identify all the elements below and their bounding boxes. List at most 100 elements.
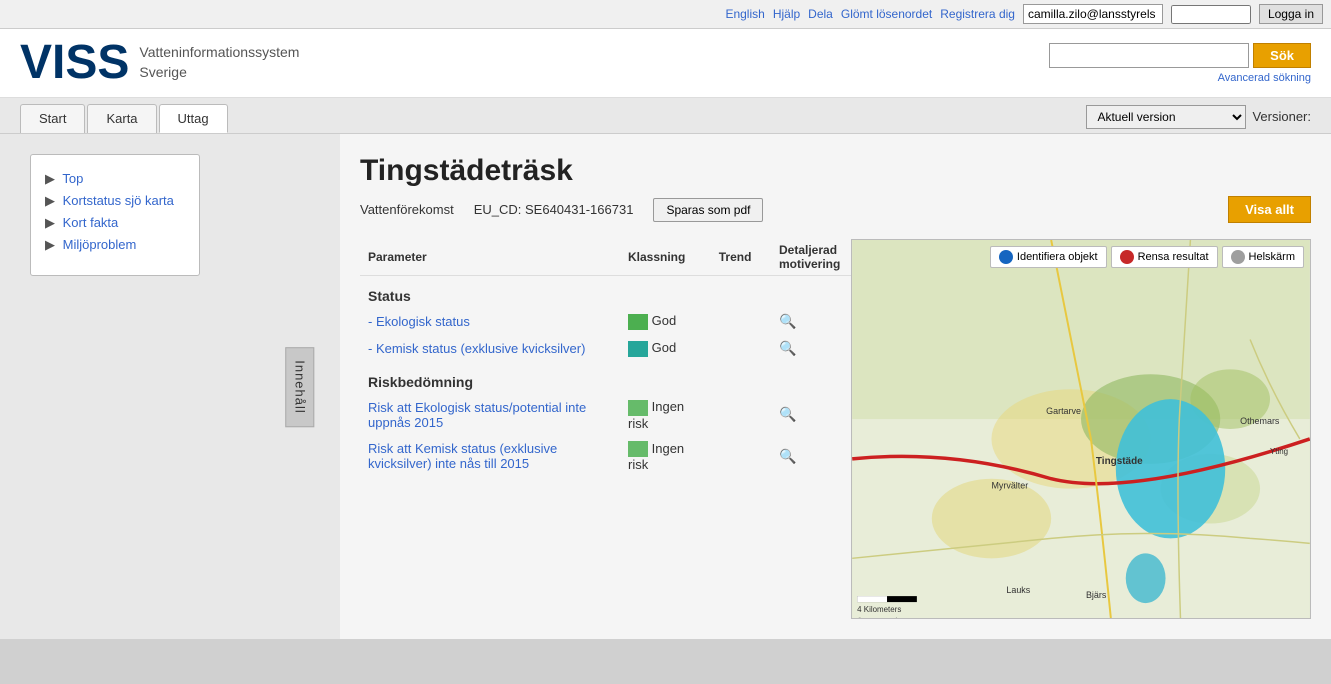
magnify-icon-4[interactable]: 🔍 [779,448,796,464]
map-container: Identifiera objekt Rensa resultat Helskä… [851,239,1311,619]
svg-text:Bjärs: Bjärs [1086,590,1107,600]
sidebar: ▶ Top ▶ Kortstatus sjö karta ▶ Kort fakt… [0,134,340,639]
risk-kemisk-link[interactable]: Risk att Kemisk status (exklusive kvicks… [368,441,557,471]
subtitle-line1: Vatteninformationssystem [139,43,299,63]
version-area: Aktuell version Versioner: [1086,105,1311,129]
topbar-register[interactable]: Registrera dig [940,7,1015,21]
tabs-left: Start Karta Uttag [20,104,228,133]
table-row: - Kemisk status (exklusive kvicksilver) … [360,335,851,362]
identify-icon [999,250,1013,264]
section-status-row: Status [360,276,851,309]
status-color-2 [628,341,648,357]
svg-text:Tingstäde: Tingstäde [1096,456,1143,467]
magnify-icon-3[interactable]: 🔍 [779,406,796,422]
topbar-dela[interactable]: Dela [808,7,833,21]
risk-ekologisk-link[interactable]: Risk att Ekologisk status/potential inte… [368,400,586,430]
header: VISS Vatteninformationssystem Sverige Sö… [0,29,1331,98]
map-svg: Gartarve Tingstäde Myrvälter Othemars Yt… [852,240,1310,618]
section-risk-row: Riskbedömning [360,362,851,394]
topbar-password[interactable] [1171,5,1251,24]
logo-subtitle: Vatteninformationssystem Sverige [139,43,299,82]
visa-allt-button[interactable]: Visa allt [1228,196,1311,223]
eu-cd: EU_CD: SE640431-166731 [474,202,634,217]
svg-text:Lauks: Lauks [1006,585,1030,595]
fullscreen-btn[interactable]: Helskärm [1222,246,1304,268]
logo-viss: VISS [20,39,129,87]
clear-icon [1120,250,1134,264]
status-table: Parameter Klassning Trend Detaljerad mot… [360,239,851,477]
trend-3 [711,394,771,436]
tab-karta[interactable]: Karta [87,104,156,133]
clear-btn[interactable]: Rensa resultat [1111,246,1218,268]
data-table: Parameter Klassning Trend Detaljerad mot… [360,239,851,619]
svg-text:Othemars: Othemars [1240,416,1280,426]
svg-text:Gartarve: Gartarve [1046,406,1081,416]
identify-btn[interactable]: Identifiera objekt [990,246,1107,268]
topbar-hjalp[interactable]: Hjälp [773,7,800,21]
ekologisk-link[interactable]: - Ekologisk status [368,314,470,329]
topbar: English Hjälp Dela Glömt lösenordet Regi… [0,0,1331,29]
status-color-4 [628,441,648,457]
search-input[interactable] [1049,43,1249,68]
sidebar-link-miljoproblem[interactable]: Miljöproblem [63,237,137,252]
col-detaljerad: Detaljerad motivering [771,239,851,276]
water-info-left: Vattenförekomst EU_CD: SE640431-166731 S… [360,198,763,222]
col-trend: Trend [711,239,771,276]
section-risk-label: Riskbedömning [360,362,851,394]
topbar-login-btn[interactable]: Logga in [1259,4,1323,24]
nav-tabs: Start Karta Uttag Aktuell version Versio… [0,98,1331,134]
svg-text:© Lantmäteriet, SMHI, NVDB, ES: © Lantmäteriet, SMHI, NVDB, ESRI Inc. [857,617,980,618]
advanced-search-link[interactable]: Avancerad sökning [1218,72,1311,84]
content: Tingstädeträsk Vattenförekomst EU_CD: SE… [340,134,1331,639]
magnify-icon-2[interactable]: 🔍 [779,340,796,356]
sidebar-link-kortfakta[interactable]: Kort fakta [63,215,119,230]
sidebar-item-miljoproblem[interactable]: ▶ Miljöproblem [45,237,185,253]
logo-area: VISS Vatteninformationssystem Sverige [20,39,299,87]
inhall-label: Innehåll [286,347,315,427]
page-title: Tingstädeträsk [360,154,1311,188]
trend-2 [711,335,771,362]
col-parameter: Parameter [360,239,620,276]
map-area: Identifiera objekt Rensa resultat Helskä… [851,239,1311,619]
sidebar-link-top[interactable]: Top [62,171,83,186]
svg-text:Yting: Yting [1270,447,1288,456]
main-layout: ▶ Top ▶ Kortstatus sjö karta ▶ Kort fakt… [0,134,1331,639]
sidebar-box: ▶ Top ▶ Kortstatus sjö karta ▶ Kort fakt… [30,154,200,276]
kemisk-link[interactable]: - Kemisk status (exklusive kvicksilver) [368,341,585,356]
status-color-3 [628,400,648,416]
section-status-label: Status [360,276,851,309]
trend-1 [711,308,771,335]
sidebar-item-top[interactable]: ▶ Top [45,171,185,187]
status-label-1: God [652,313,677,328]
magnify-icon-1[interactable]: 🔍 [779,313,796,329]
table-row: Risk att Kemisk status (exklusive kvicks… [360,436,851,478]
fullscreen-icon [1231,250,1245,264]
versioner-label: Versioner: [1252,109,1311,124]
tab-uttag[interactable]: Uttag [159,104,228,133]
status-label-2: God [652,340,677,355]
topbar-forgot[interactable]: Glömt lösenordet [841,7,932,21]
table-row: Risk att Ekologisk status/potential inte… [360,394,851,436]
trend-4 [711,436,771,478]
table-row: - Ekologisk status God 🔍 [360,308,851,335]
tab-start[interactable]: Start [20,104,85,133]
svg-text:Myrvälter: Myrvälter [991,481,1028,491]
topbar-username[interactable] [1023,4,1163,24]
pdf-button[interactable]: Sparas som pdf [653,198,763,222]
sidebar-link-kortstatus[interactable]: Kortstatus sjö karta [63,193,174,208]
status-color-1 [628,314,648,330]
subtitle-line2: Sverige [139,63,299,83]
version-select[interactable]: Aktuell version [1086,105,1246,129]
vattenforekomst-label: Vattenförekomst [360,202,454,217]
map-toolbar: Identifiera objekt Rensa resultat Helskä… [990,246,1304,268]
search-area: Sök Avancerad sökning [1049,43,1311,84]
topbar-english[interactable]: English [725,7,764,21]
sidebar-item-kortfakta[interactable]: ▶ Kort fakta [45,215,185,231]
sidebar-nav: ▶ Top ▶ Kortstatus sjö karta ▶ Kort fakt… [45,171,185,253]
sidebar-item-kortstatus[interactable]: ▶ Kortstatus sjö karta [45,193,185,209]
search-button[interactable]: Sök [1253,43,1311,68]
col-klassning: Klassning [620,239,711,276]
two-col: Parameter Klassning Trend Detaljerad mot… [360,239,1311,619]
water-info: Vattenförekomst EU_CD: SE640431-166731 S… [360,196,1311,223]
svg-text:4 Kilometers: 4 Kilometers [857,605,901,614]
